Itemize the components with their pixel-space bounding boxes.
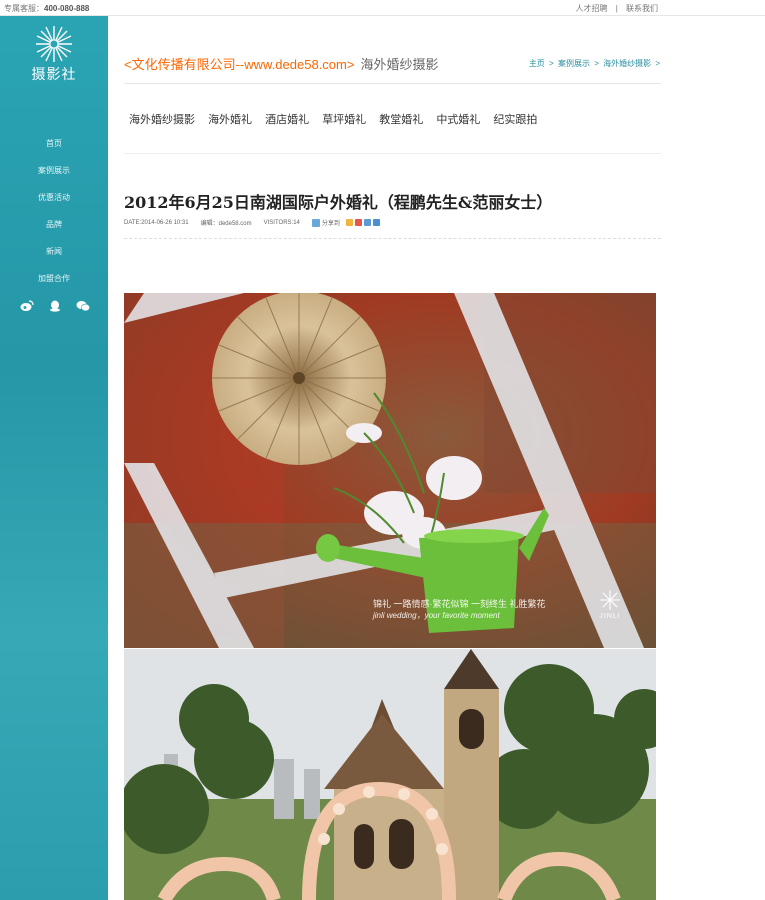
nav-item-franchise[interactable]: 加盟合作 [0,272,108,299]
share-bar: 分享到 [311,218,382,227]
category-chinese-wedding[interactable]: 中式婚礼 [436,114,480,126]
article-date: DATE:2014-06-26 10:31 [124,219,189,226]
top-links: 人才招聘 | 联系我们 [572,3,661,14]
breadcrumb-separator: > [549,59,554,68]
nav-item-home[interactable]: 首页 [0,137,108,164]
hotline-label: 专属客服： [4,4,44,13]
article-meta: DATE:2014-06-26 10:31 编辑：dede58.com VISI… [124,218,382,227]
top-link-divider: | [615,4,618,13]
share-button[interactable]: 分享到 [311,218,340,227]
top-link-contact[interactable]: 联系我们 [626,4,658,13]
wechat-icon[interactable] [76,299,90,312]
main-content: <文化传播有限公司--www.dede58.com> 海外婚纱摄影 主页 > 案例… [124,16,661,239]
sina-weibo-icon[interactable] [354,219,362,226]
watermark-line-2: jinli wedding，your favorite moment [373,611,500,620]
page-header: <文化传播有限公司--www.dede58.com> 海外婚纱摄影 主页 > 案例… [124,16,661,84]
category-church-wedding[interactable]: 教堂婚礼 [379,114,423,126]
sidebar: 摄影社 首页 案例展示 优惠活动 品牌 新闻 加盟合作 [0,16,108,900]
nav-item-news[interactable]: 新闻 [0,245,108,272]
logo-star-icon [36,26,72,62]
breadcrumb-separator: > [655,59,660,68]
watermark-line-1: 锦礼 一路情感·繁花似锦 一刻终生 礼胜繁花 [373,599,546,609]
breadcrumb-home[interactable]: 主页 [529,59,545,68]
share-label: 分享到 [321,221,340,227]
side-nav: 首页 案例展示 优惠活动 品牌 新闻 加盟合作 [0,137,108,299]
logo[interactable]: 摄影社 [26,24,82,84]
hotline-number: 400-080-888 [44,4,90,13]
photo-watermark: 锦礼 一路情感·繁花似锦 一刻终生 礼胜繁花 jinli wedding，you… [373,598,546,622]
breadcrumb: 主页 > 案例展示 > 海外婚纱摄影 > [528,58,661,69]
category-overseas-wedding[interactable]: 海外婚礼 [208,114,252,126]
top-bar: 专属客服：400-080-888 人才招聘 | 联系我们 [0,0,765,16]
nav-item-brand[interactable]: 品牌 [0,218,108,245]
tencent-weibo-icon[interactable] [363,219,371,226]
watermark-star-icon [600,590,620,610]
hotline: 专属客服：400-080-888 [4,3,89,14]
weibo-icon[interactable] [20,299,34,311]
article-editor: 编辑：dede58.com [200,221,252,227]
article-title: 2012年6月25日南湖国际户外婚礼（程鹏先生&范丽女士） [124,193,553,212]
qq-icon[interactable] [48,299,62,312]
category-overseas-photo[interactable]: 海外婚纱摄影 [129,114,195,126]
category-nav: 海外婚纱摄影 海外婚礼 酒店婚礼 草坪婚礼 教堂婚礼 中式婚礼 纪实跟拍 [124,84,661,154]
site-title: <文化传播有限公司--www.dede58.com> 海外婚纱摄影 [124,54,438,73]
article-photo-2 [124,649,656,900]
nav-item-cases[interactable]: 案例展示 [0,164,108,191]
section-title: 海外婚纱摄影 [360,57,439,72]
qzone-icon[interactable] [345,219,353,226]
breadcrumb-separator: > [594,59,599,68]
renren-icon[interactable] [372,219,380,226]
social-icons [20,299,90,312]
breadcrumb-overseas[interactable]: 海外婚纱摄影 [603,59,651,68]
category-hotel-wedding[interactable]: 酒店婚礼 [265,114,309,126]
site-title-link[interactable]: <文化传播有限公司--www.dede58.com> [124,57,354,72]
top-link-jobs[interactable]: 人才招聘 [575,4,607,13]
meta-divider [124,238,661,239]
watermark-brand: JINLI [599,613,621,620]
share-plus-icon [311,218,320,227]
logo-text: 摄影社 [31,67,77,83]
watermark-logo: JINLI [599,589,621,620]
article-photo-1: 锦礼 一路情感·繁花似锦 一刻终生 礼胜繁花 jinli wedding，you… [124,293,656,648]
nav-item-promotions[interactable]: 优惠活动 [0,191,108,218]
breadcrumb-cases[interactable]: 案例展示 [558,59,590,68]
category-documentary[interactable]: 纪实跟拍 [493,114,537,126]
category-lawn-wedding[interactable]: 草坪婚礼 [322,114,366,126]
photo-flowers-watering-can [124,293,656,648]
photo-church-ceremony [124,649,656,900]
article-visitors: VISITORS:14 [263,219,300,226]
